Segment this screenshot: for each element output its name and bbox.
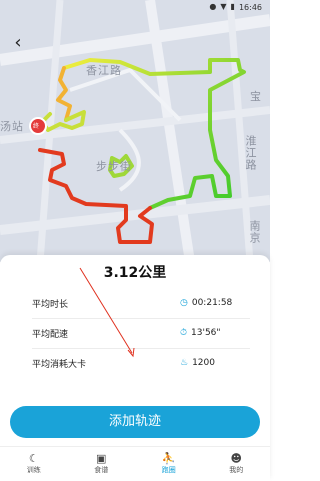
chevron-left-icon: ‹ (14, 32, 22, 53)
stat-row-pace: 平均配速 ⏱ 13'56" (32, 322, 250, 344)
stat-label: 平均消耗大卡 (32, 359, 87, 370)
person-icon: ☻ (230, 452, 242, 465)
stat-row-duration: 平均时长 ◷ 00:21:58 (32, 292, 250, 314)
add-track-button[interactable]: 添加轨迹 (10, 406, 260, 438)
back-button[interactable]: ‹ (8, 34, 28, 54)
status-bar: ● ▼ ▮ 16:46 (0, 0, 270, 14)
fire-icon: ♨ (180, 358, 189, 368)
divider (32, 318, 250, 319)
map-label-road: 香江路 (86, 64, 122, 77)
moon-icon: ☾ (28, 452, 39, 465)
stat-value: 13'56" (191, 328, 221, 338)
start-marker-label: 终 (33, 123, 40, 130)
location-icon: ● (209, 2, 217, 11)
battery-icon: ▮ (230, 2, 235, 11)
status-time: 16:46 (238, 2, 262, 12)
tab-run-circle[interactable]: ⛹ 跑圈 (135, 447, 203, 481)
tab-training[interactable]: ☾ 训练 (0, 447, 68, 481)
map-label-station: 汤站 (0, 120, 24, 133)
runner-icon: ⛹ (161, 452, 176, 465)
tab-label: 训练 (26, 466, 41, 474)
map-label-river-road: 淮江路 (244, 135, 257, 171)
route-map[interactable]: 香江路 宝 淮江路 南京 步步街 汤站 终 (0, 0, 270, 262)
stat-label: 平均时长 (32, 299, 69, 310)
book-icon: ▣ (96, 452, 107, 465)
map-background (0, 0, 270, 262)
stat-row-calories: 平均消耗大卡 ♨ 1200 (32, 352, 250, 374)
tab-label: 我的 (229, 466, 244, 474)
tab-bar: ☾ 训练 ▣ 食谱 ⛹ 跑圈 ☻ 我的 (0, 446, 270, 481)
tab-profile[interactable]: ☻ 我的 (203, 447, 271, 481)
map-label-street: 步步街 (96, 160, 132, 173)
tab-label: 食谱 (94, 466, 109, 474)
stat-value: 1200 (192, 358, 215, 368)
divider (32, 348, 250, 349)
stat-value: 00:21:58 (191, 298, 233, 308)
stat-label: 平均配速 (32, 329, 69, 340)
timer-icon: ⏱ (180, 328, 188, 338)
map-label-east: 宝 (250, 90, 262, 103)
map-label-south: 南京 (248, 220, 261, 244)
wifi-icon: ▼ (220, 2, 227, 11)
tab-recipes[interactable]: ▣ 食谱 (68, 447, 136, 481)
distance-total: 3.12公里 (103, 265, 167, 281)
clock-icon: ◷ (180, 298, 188, 308)
tab-label: 跑圈 (161, 466, 176, 474)
